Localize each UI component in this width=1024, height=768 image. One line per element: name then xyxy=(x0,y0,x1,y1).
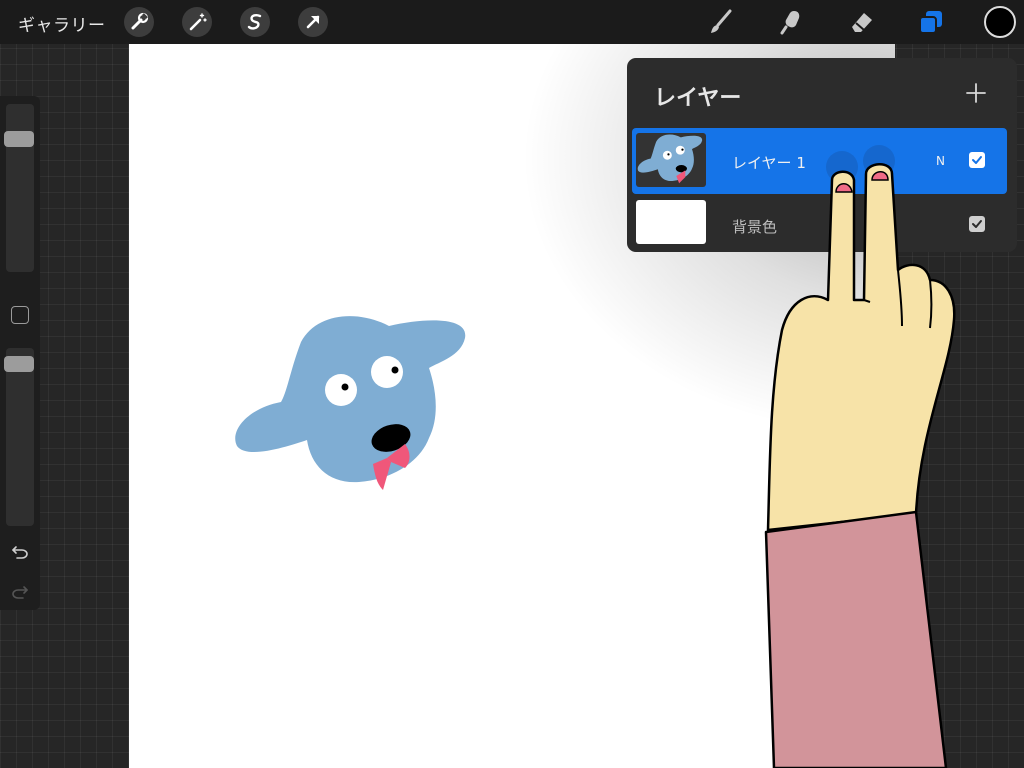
brush-button[interactable] xyxy=(704,5,738,39)
brush-icon xyxy=(711,9,732,33)
brush-size-thumb[interactable] xyxy=(4,131,34,148)
add-layer-button[interactable] xyxy=(963,80,989,106)
top-toolbar: ギャラリー xyxy=(0,0,1024,44)
dog-illustration xyxy=(235,316,466,490)
selection-icon xyxy=(247,14,262,30)
undo-button[interactable] xyxy=(8,539,32,563)
layer-thumbnail-dog xyxy=(637,134,703,184)
sleeve xyxy=(764,510,948,768)
opacity-thumb[interactable] xyxy=(4,356,34,373)
layers-panel-title: レイヤー xyxy=(654,86,742,111)
brush-size-slider[interactable] xyxy=(4,104,34,272)
modify-button[interactable] xyxy=(11,306,29,324)
smudge-button[interactable] xyxy=(774,5,808,39)
smudge-icon xyxy=(780,11,800,35)
adjustments-button[interactable] xyxy=(182,7,212,37)
left-sidebar xyxy=(0,96,40,610)
layers-button[interactable] xyxy=(914,5,948,39)
redo-button[interactable] xyxy=(8,579,32,603)
opacity-slider[interactable] xyxy=(4,348,34,526)
hand xyxy=(766,163,956,532)
transform-arrow-icon xyxy=(306,15,320,29)
dog-eye-right xyxy=(371,356,403,388)
layers-icon xyxy=(919,11,942,34)
undo-icon xyxy=(12,546,28,559)
gallery-button[interactable]: ギャラリー xyxy=(18,11,106,36)
eraser-icon xyxy=(852,13,872,32)
transform-button[interactable] xyxy=(298,7,328,37)
background-thumbnail xyxy=(636,200,706,244)
redo-icon xyxy=(12,586,28,599)
magic-wand-icon xyxy=(189,13,207,31)
color-picker-button[interactable] xyxy=(984,6,1016,38)
layer-thumbnail xyxy=(636,133,706,187)
dog-eye-left xyxy=(325,374,357,406)
selection-button[interactable] xyxy=(240,7,270,37)
two-finger-tap-hand-illustration xyxy=(764,145,956,768)
plus-icon xyxy=(966,83,986,103)
actions-button[interactable] xyxy=(124,7,154,37)
wrench-icon xyxy=(131,12,149,30)
eraser-button[interactable] xyxy=(844,5,878,39)
